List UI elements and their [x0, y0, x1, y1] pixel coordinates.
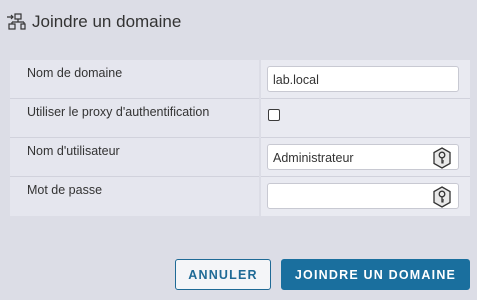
join-domain-icon	[6, 12, 26, 32]
key-icon[interactable]	[432, 186, 452, 208]
proxy-label: Utiliser le proxy d'authentification	[27, 105, 210, 119]
domain-label: Nom de domaine	[27, 66, 123, 80]
password-label: Mot de passe	[27, 183, 103, 197]
form-row-password: Mot de passe	[10, 177, 470, 216]
dialog-title: Joindre un domaine	[32, 12, 182, 31]
form-row-username: Nom d'utilisateur Administrateur	[10, 138, 470, 177]
label-cell: Mot de passe	[10, 177, 259, 216]
value-cell	[261, 177, 470, 216]
value-cell: lab.local	[261, 60, 470, 99]
form-row-domain: Nom de domaine lab.local	[10, 60, 470, 99]
value-cell: Administrateur	[261, 138, 470, 177]
join-domain-button[interactable]: JOINDRE UN DOMAINE	[281, 259, 470, 290]
username-label: Nom d'utilisateur	[27, 144, 120, 158]
dialog-header: Joindre un domaine	[6, 10, 181, 34]
join-domain-dialog: Joindre un domaine Nom de domaine lab.lo…	[0, 0, 477, 300]
label-cell: Nom de domaine	[10, 60, 259, 99]
form-row-proxy: Utiliser le proxy d'authentification	[10, 99, 470, 138]
username-field-value: Administrateur	[273, 151, 354, 165]
username-field[interactable]: Administrateur	[267, 144, 459, 170]
value-cell	[261, 99, 470, 138]
domain-form: Nom de domaine lab.local Utiliser le pro…	[10, 60, 470, 216]
domain-input[interactable]: lab.local	[267, 66, 459, 92]
proxy-checkbox[interactable]	[268, 109, 280, 121]
label-cell: Utiliser le proxy d'authentification	[10, 99, 259, 138]
password-field[interactable]	[267, 183, 459, 209]
domain-input-value: lab.local	[273, 73, 319, 87]
key-icon[interactable]	[432, 147, 452, 169]
cancel-button[interactable]: ANNULER	[175, 259, 271, 290]
label-cell: Nom d'utilisateur	[10, 138, 259, 177]
